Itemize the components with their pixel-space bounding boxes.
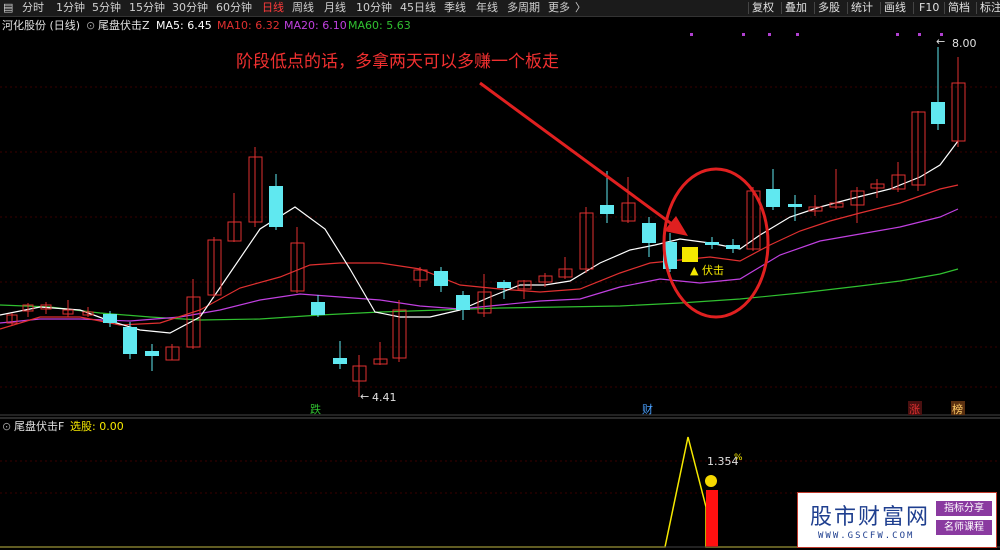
signal-triangle-icon: ▲ xyxy=(690,264,699,277)
marker-zhang[interactable]: 涨 xyxy=(909,403,920,416)
brief-button[interactable]: 简档 xyxy=(948,0,970,16)
f10-button[interactable]: F10 xyxy=(919,0,939,16)
tab-1min[interactable]: 1分钟 xyxy=(56,0,85,16)
stock-title: 河化股份 (日线) xyxy=(2,18,80,32)
more-chevron-icon[interactable]: 〉 xyxy=(575,0,586,16)
tab-multi-period[interactable]: 多周期 xyxy=(507,0,540,16)
ma5-line xyxy=(0,140,959,334)
sub-pct-label: % xyxy=(734,453,743,463)
ma60-line xyxy=(0,268,959,321)
tab-weekly[interactable]: 周线 xyxy=(292,0,314,16)
signal-label: 伏击 xyxy=(702,263,724,277)
tab-15min[interactable]: 15分钟 xyxy=(129,0,165,16)
sub-indicator-name: 尾盘伏击F xyxy=(14,419,64,433)
draw-button[interactable]: 画线 xyxy=(884,0,906,16)
sub-header: ⊙ 尾盘伏击F 选股: 0.00 xyxy=(2,419,124,433)
watermark-tag-share: 指标分享 xyxy=(936,501,992,516)
watermark-logo: 股市财富网 WWW.GSCFW.COM 指标分享 名师课程 xyxy=(797,492,997,548)
main-grid xyxy=(0,86,1000,416)
marker-cai[interactable]: 财 xyxy=(642,402,653,416)
tab-daily[interactable]: 日线 xyxy=(262,0,284,16)
marker-die[interactable]: 跌 xyxy=(310,402,321,416)
menu-icon[interactable]: ▤ xyxy=(3,0,13,16)
multi-stock-button[interactable]: 多股 xyxy=(818,0,840,16)
overlay-button[interactable]: 叠加 xyxy=(785,0,807,16)
kline-chart: 河化股份 (日线) ⊙ 尾盘伏击Z MA5: 6.45 MA10: 6.32 M… xyxy=(0,18,1000,548)
tab-5min[interactable]: 5分钟 xyxy=(92,0,121,16)
low-arrow-icon: ← xyxy=(360,390,369,403)
ma20-label: MA20: 6.10 xyxy=(284,19,347,32)
watermark-title: 股市财富网 xyxy=(810,505,931,530)
top-signal-dots xyxy=(690,33,943,36)
tab-45day[interactable]: 45日线 xyxy=(400,0,436,16)
annotation-text: 阶段低点的话，多拿两天可以多赚一个板走 xyxy=(236,51,559,72)
stats-button[interactable]: 统计 xyxy=(851,0,873,16)
collapse-icon[interactable]: ⊙ xyxy=(86,19,95,32)
tab-10min[interactable]: 10分钟 xyxy=(356,0,392,16)
adjust-button[interactable]: 复权 xyxy=(752,0,774,16)
tab-quarterly[interactable]: 季线 xyxy=(444,0,466,16)
signal-box xyxy=(682,247,698,262)
low-price-label: 4.41 xyxy=(372,391,397,404)
tab-yearly[interactable]: 年线 xyxy=(476,0,498,16)
main-header: 河化股份 (日线) ⊙ 尾盘伏击Z MA5: 6.45 MA10: 6.32 M… xyxy=(2,18,411,32)
sub-signal-bar xyxy=(706,490,718,547)
ma5-label: MA5: 6.45 xyxy=(156,19,212,32)
high-arrow-icon: ← xyxy=(936,35,945,48)
sub-signal-line xyxy=(0,436,800,548)
ma60-label: MA60: 5.63 xyxy=(348,19,411,32)
tab-30min[interactable]: 30分钟 xyxy=(172,0,208,16)
watermark-url: WWW.GSCFW.COM xyxy=(818,531,915,541)
tab-fenshi[interactable]: 分时 xyxy=(22,0,44,16)
period-toolbar: ▤ 分时 1分钟 5分钟 15分钟 30分钟 60分钟 日线 周线 月线 10分… xyxy=(0,0,1000,17)
watermark-tag-course: 名师课程 xyxy=(936,520,992,535)
high-price-label: 8.00 xyxy=(952,37,977,50)
candlesticks xyxy=(6,47,966,397)
sub-value-label: 选股: 0.00 xyxy=(70,420,124,433)
tab-more[interactable]: 更多 xyxy=(548,0,570,16)
sub-collapse-icon[interactable]: ⊙ xyxy=(2,420,11,433)
tab-60min[interactable]: 60分钟 xyxy=(216,0,252,16)
mark-button[interactable]: 标注 xyxy=(980,0,1000,16)
ma10-label: MA10: 6.32 xyxy=(217,19,280,32)
marker-bang[interactable]: 榜 xyxy=(952,402,963,416)
indicator-name: 尾盘伏击Z xyxy=(98,18,150,32)
tab-monthly[interactable]: 月线 xyxy=(324,0,346,16)
smiley-icon xyxy=(705,475,717,487)
